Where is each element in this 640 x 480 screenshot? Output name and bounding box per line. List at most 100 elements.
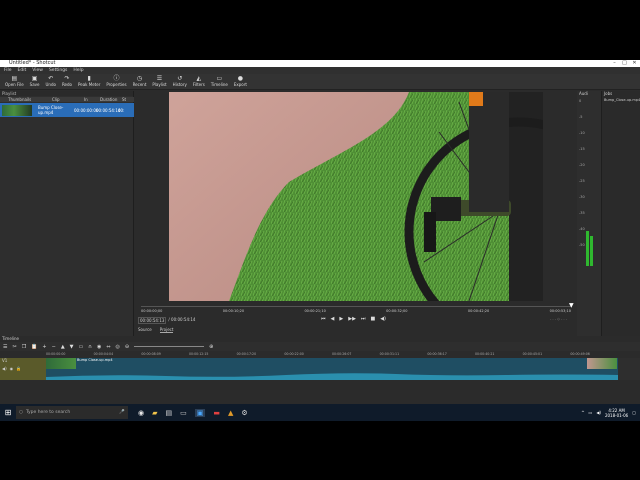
playhead-icon[interactable]: ▼: [569, 302, 574, 309]
rewind-icon[interactable]: ◀: [331, 316, 335, 322]
timeline-panel: Timeline ☰ ✂ ❐ 📋 + − ▲ ▼ ▭ ∩ ◉ ⇔ ◎ ⊖ ⊕ 0…: [0, 336, 640, 402]
ripple-all-icon[interactable]: ◎: [116, 344, 120, 350]
snap-icon[interactable]: ∩: [88, 344, 92, 350]
col-thumbnails[interactable]: Thumbnails: [0, 97, 34, 102]
mute-icon[interactable]: ◀): [2, 366, 7, 371]
current-timecode[interactable]: 00:00:54:13: [138, 317, 167, 324]
timeline-toolbar: ☰ ✂ ❐ 📋 + − ▲ ▼ ▭ ∩ ◉ ⇔ ◎ ⊖ ⊕: [0, 342, 640, 351]
timeline-clip[interactable]: Bump Close-up.mp4: [46, 358, 618, 380]
tray-arrow-icon[interactable]: ^: [581, 410, 584, 415]
play-icon[interactable]: ▶: [339, 316, 343, 322]
notepad-icon[interactable]: ▤: [166, 409, 173, 417]
toolbar-undo-button[interactable]: ↶ Undo: [42, 74, 58, 89]
video-frame[interactable]: [169, 92, 543, 301]
meter-scale-label: -15: [579, 147, 585, 151]
timeline-ruler[interactable]: 00:00:00:00 00:00:04:04 00:00:08:09 00:00:1…: [46, 352, 618, 357]
timeline-tick-label: 00:00:40:21: [475, 352, 495, 356]
maximize-icon[interactable]: □: [620, 60, 629, 67]
export-icon: ●: [237, 75, 244, 82]
toolbar-open-file-button[interactable]: ▤ Open File: [2, 74, 27, 89]
playlist-row[interactable]: Bump Close-up.mp4 00:00:00:00 00:00:54:1…: [0, 103, 134, 117]
col-start[interactable]: St: [122, 97, 134, 102]
stop-icon[interactable]: ■: [370, 316, 375, 322]
col-in[interactable]: In: [72, 97, 94, 102]
menu-settings[interactable]: Settings: [49, 67, 67, 74]
fast-forward-icon[interactable]: ▶▶: [348, 316, 356, 322]
timeline-tick-label: 00:00:08:09: [141, 352, 161, 356]
toolbar-export-button[interactable]: ● Export: [231, 74, 250, 89]
microphone-icon[interactable]: 🎤: [119, 410, 128, 415]
col-clip[interactable]: Clip: [34, 97, 72, 102]
zoom-in-icon[interactable]: ⊕: [209, 344, 213, 350]
paste-icon[interactable]: 📋: [31, 344, 37, 350]
copy-icon[interactable]: ❐: [22, 344, 26, 350]
overwrite-icon[interactable]: ▼: [70, 344, 74, 350]
app-red-icon[interactable]: ▬: [213, 409, 220, 417]
toolbar-history-button[interactable]: ↺ History: [170, 74, 190, 89]
toolbar-filters-button[interactable]: ◭ Filters: [190, 74, 208, 89]
timeline-tick-label: 00:00:12:15: [189, 352, 209, 356]
zoom-indicator[interactable]: - - - ◇ - - -: [507, 317, 567, 321]
volume-icon[interactable]: ◀): [380, 316, 386, 322]
toolbar-playlist-button[interactable]: ☰ Playlist: [149, 74, 169, 89]
clock[interactable]: 4:22 AM 2018-01-06: [605, 408, 628, 418]
lock-icon[interactable]: 🔒: [16, 366, 21, 371]
timeline-scrollbar[interactable]: [618, 358, 640, 380]
skip-next-icon[interactable]: ⏭: [361, 316, 366, 322]
clock-date: 2018-01-06: [604, 412, 629, 418]
toolbar-label: Peak Meter: [77, 82, 101, 87]
zoom-slider[interactable]: [134, 346, 205, 347]
scrub-icon[interactable]: ◉: [97, 344, 101, 350]
menu-icon[interactable]: ☰: [3, 344, 7, 350]
tab-project[interactable]: Project: [159, 327, 174, 333]
scrub-ruler[interactable]: [141, 303, 571, 307]
minimize-icon[interactable]: –: [610, 60, 619, 67]
col-duration[interactable]: Duration: [94, 97, 122, 102]
zoom-out-icon[interactable]: ⊖: [125, 344, 129, 350]
close-icon[interactable]: ✕: [630, 60, 639, 67]
toolbar-properties-button[interactable]: ⓘ Properties: [103, 74, 129, 89]
menu-file[interactable]: File: [4, 67, 12, 74]
tab-source[interactable]: Source: [138, 327, 152, 333]
file-explorer-icon[interactable]: ▰: [152, 409, 157, 417]
shotcut-taskbar-icon[interactable]: ▣: [194, 408, 206, 417]
job-item[interactable]: Bump_Close-up.mp4 done: [602, 98, 640, 102]
hide-icon[interactable]: ◉: [10, 366, 14, 371]
system-tray: ^ ▭ ◀) 4:22 AM 2018-01-06 ▢: [581, 408, 640, 418]
append-icon[interactable]: +: [42, 344, 46, 350]
timecode-display: 00:00:54:13 / 00:00:54:14: [138, 317, 195, 324]
jobs-title: Jobs: [604, 91, 613, 96]
toolbar-save-button[interactable]: ▣ Save: [27, 74, 43, 89]
timeline-tick-label: 00:00:04:04: [93, 352, 114, 356]
app-icon[interactable]: ▭: [180, 409, 187, 417]
windows-start-icon[interactable]: ⊞: [0, 408, 16, 417]
remove-icon[interactable]: −: [52, 344, 56, 350]
menu-edit[interactable]: Edit: [18, 67, 27, 74]
menu-view[interactable]: View: [32, 67, 43, 74]
toolbar-recent-button[interactable]: ◷ Recent: [130, 74, 150, 89]
toolbar-redo-button[interactable]: ↷ Redo: [59, 74, 75, 89]
search-box[interactable]: ○ Type here to search 🎤: [16, 406, 128, 419]
right-panels: Audi 0 -5 -10 -15 -20 -25 -30 -35 -40 -50 Jobs Bu…: [577, 91, 640, 363]
track-header-v1[interactable]: V1 ◀) ◉ 🔒: [0, 358, 46, 380]
chrome-icon[interactable]: ◉: [138, 409, 144, 417]
meter-scale-label: -25: [579, 179, 585, 183]
vlc-icon[interactable]: ▲: [228, 409, 233, 417]
timeline-tick-label: 00:00:00:00: [46, 352, 66, 356]
toolbar-label: Timeline: [210, 82, 228, 87]
meter-scale-label: -5: [579, 115, 583, 119]
ripple-icon[interactable]: ⇔: [106, 344, 110, 350]
meter-scale-label: -50: [579, 243, 585, 247]
cut-icon[interactable]: ✂: [12, 344, 16, 350]
skip-previous-icon[interactable]: ⏮: [321, 316, 326, 322]
toolbar-timeline-button[interactable]: ▭ Timeline: [208, 74, 231, 89]
lift-icon[interactable]: ▲: [61, 344, 65, 350]
toolbar-peak-meter-button[interactable]: ▮ Peak Meter: [75, 74, 103, 89]
notification-icon[interactable]: ▢: [632, 410, 636, 415]
windows-taskbar: ⊞ ○ Type here to search 🎤 ◉ ▰ ▤ ▭ ▣ ▬ ▲ …: [0, 404, 640, 421]
settings-icon[interactable]: ⚙: [241, 409, 247, 417]
menu-help[interactable]: Help: [73, 67, 83, 74]
speaker-icon[interactable]: ◀): [596, 410, 601, 415]
split-icon[interactable]: ▭: [79, 344, 84, 350]
network-icon[interactable]: ▭: [589, 410, 593, 415]
